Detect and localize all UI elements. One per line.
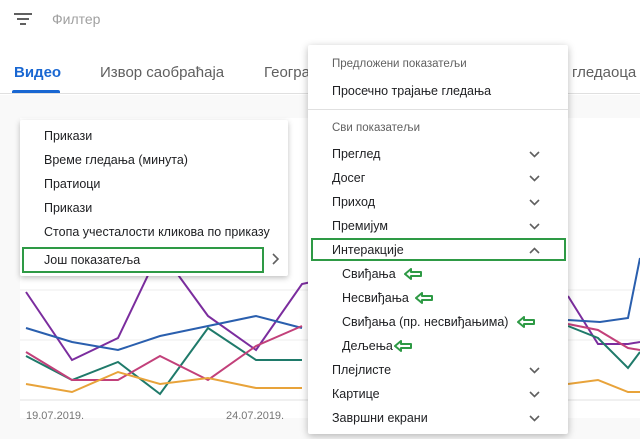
menu-item-impressions[interactable]: Прикази (44, 201, 92, 215)
menu-item-ctr[interactable]: Стопа учесталости кликова по приказу (44, 225, 270, 239)
group-premium[interactable]: Премијум (332, 219, 388, 233)
menu-item-likes-vs-dislikes[interactable]: Свиђања (пр. несвиђањима) (342, 315, 508, 329)
group-overview[interactable]: Преглед (332, 147, 380, 161)
suggested-metrics-header: Предложени показатељи (332, 58, 467, 70)
arrow-left-icon (394, 340, 412, 352)
menu-item-shares[interactable]: Дељења (342, 339, 393, 353)
group-cards[interactable]: Картице (332, 387, 380, 401)
highlight-box (22, 247, 264, 273)
chevron-down-icon (529, 175, 540, 182)
all-metrics-header: Сви показатељи (332, 122, 421, 134)
menu-item-likes[interactable]: Свиђања (342, 267, 396, 281)
chevron-down-icon (529, 223, 540, 230)
menu-item-views[interactable]: Прикази (44, 129, 92, 143)
menu-item-subscribers[interactable]: Пратиоци (44, 177, 100, 191)
highlight-box (311, 238, 566, 261)
x-tick-label: 24.07.2019. (226, 410, 285, 422)
metric-select-menu: Прикази Време гледања (минута) Пратиоци … (20, 120, 288, 276)
chevron-right-icon (272, 253, 280, 265)
arrow-left-icon (404, 268, 422, 280)
group-playlists[interactable]: Плејлисте (332, 363, 391, 377)
chevron-down-icon (529, 415, 540, 422)
more-metrics-dropdown: Предложени показатељи Просечно трајање г… (308, 45, 568, 434)
chevron-down-icon (529, 391, 540, 398)
group-end-screens[interactable]: Завршни екрани (332, 411, 428, 425)
arrow-left-icon (415, 292, 433, 304)
chevron-down-icon (529, 199, 540, 206)
chevron-down-icon (529, 367, 540, 374)
x-tick-label: 19.07.2019. (26, 410, 85, 422)
menu-item-avg-view-duration[interactable]: Просечно трајање гледања (332, 84, 491, 98)
divider (308, 109, 568, 110)
group-reach[interactable]: Досег (332, 171, 365, 185)
menu-item-dislikes[interactable]: Несвиђања (342, 291, 409, 305)
menu-item-watch-time[interactable]: Време гледања (минута) (44, 153, 188, 167)
group-revenue[interactable]: Приход (332, 195, 375, 209)
arrow-left-icon (517, 316, 535, 328)
chevron-down-icon (529, 151, 540, 158)
